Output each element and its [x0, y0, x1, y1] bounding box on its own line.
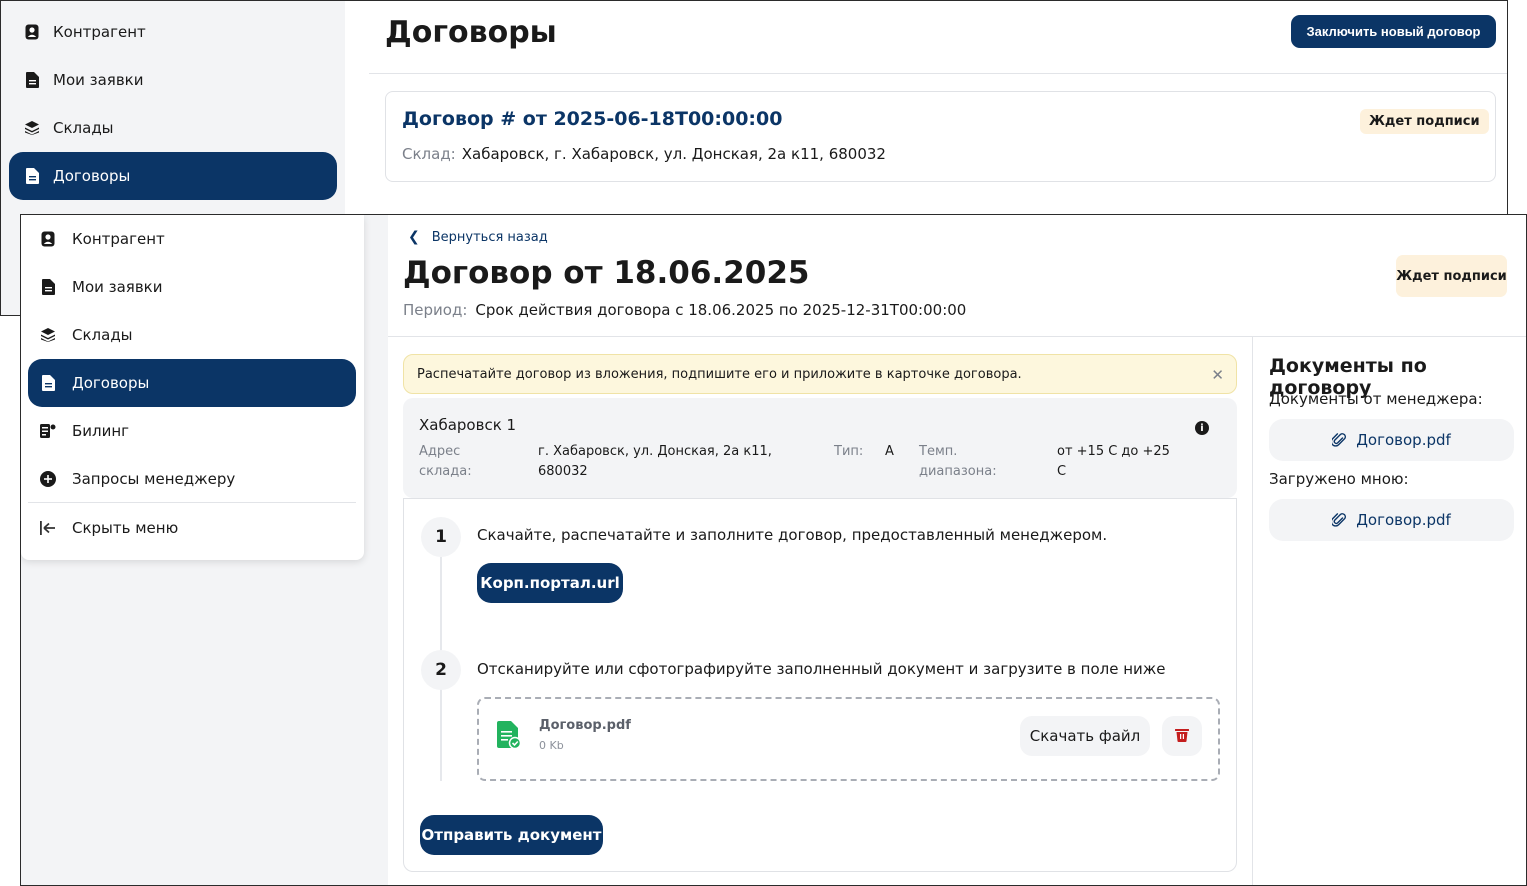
document-name: Договор.pdf	[1356, 511, 1451, 529]
address-label: Адрес склада:	[419, 444, 472, 479]
main-content: ❮ Вернуться назад Договор от 18.06.2025 …	[388, 215, 1526, 885]
sidebar-menu: Контрагент Мои заявки Склады Договоры Би…	[21, 215, 364, 560]
steps-card-border	[403, 498, 1237, 499]
plus-circle-icon	[40, 471, 56, 487]
hide-menu-button[interactable]: Скрыть меню	[28, 504, 356, 552]
hide-menu-label: Скрыть меню	[72, 519, 179, 537]
menu-divider	[28, 502, 356, 503]
back-link-label: Вернуться назад	[431, 229, 548, 245]
step-text: Скачайте, распечатайте и заполните догов…	[477, 526, 1108, 544]
user-badge-icon	[40, 231, 56, 247]
sidebar-item-billing[interactable]: Билинг	[28, 407, 356, 455]
sidebar-item-my-requests[interactable]: Мои заявки	[9, 56, 337, 104]
close-icon[interactable]: ✕	[1211, 366, 1224, 384]
download-file-button[interactable]: Скачать файл	[1020, 716, 1150, 756]
sidebar-item-label: Билинг	[72, 422, 130, 440]
document-name: Договор.pdf	[1356, 431, 1451, 449]
step-text: Отсканируйте или сфотографируйте заполне…	[477, 660, 1166, 678]
trash-icon	[1175, 727, 1189, 746]
uploaded-documents-label: Загружено мною:	[1269, 470, 1409, 488]
chevron-left-icon: ❮	[408, 229, 420, 245]
alert-text: Распечатайте договор из вложения, подпиш…	[417, 366, 1022, 382]
page-title: Договоры	[385, 15, 557, 50]
address-value: г. Хабаровск, ул. Донская, 2а к11, 680032	[538, 444, 772, 479]
period-label: Период:	[403, 301, 468, 319]
contract-detail-window: Контрагент Мои заявки Склады Договоры Би…	[20, 214, 1527, 886]
sidebar-item-counterparty[interactable]: Контрагент	[9, 8, 337, 56]
paperclip-icon	[1332, 512, 1347, 528]
uploaded-document-link[interactable]: Договор.pdf	[1269, 499, 1514, 541]
document-icon	[25, 72, 39, 88]
step-number: 1	[421, 517, 461, 557]
divider	[369, 73, 1507, 74]
uploaded-file-name: Договор.pdf	[539, 718, 631, 733]
user-badge-icon	[25, 24, 39, 40]
period-value: Срок действия договора с 18.06.2025 по 2…	[475, 301, 967, 319]
sidebar-item-label: Склады	[53, 119, 114, 137]
sidebar-item-label: Договоры	[53, 167, 131, 185]
pdf-file-icon	[497, 721, 522, 753]
billing-icon	[40, 423, 56, 439]
warehouse-card: Хабаровск 1 i Адрес склада: г. Хабаровск,…	[403, 398, 1237, 498]
temp-value: от +15 С до +25 С	[1057, 444, 1170, 479]
warehouse-label: Склад:	[402, 145, 456, 163]
sidebar-item-label: Мои заявки	[72, 278, 163, 296]
sidebar-item-warehouses[interactable]: Склады	[9, 104, 337, 152]
type-label: Тип:	[834, 444, 864, 459]
contract-icon	[40, 375, 56, 391]
new-contract-button[interactable]: Заключить новый договор	[1291, 15, 1496, 48]
info-icon[interactable]: i	[1195, 421, 1209, 435]
sidebar-item-counterparty[interactable]: Контрагент	[28, 215, 356, 263]
collapse-left-icon	[40, 520, 56, 536]
sidebar-item-manager-requests[interactable]: Запросы менеджеру	[28, 455, 356, 503]
step-number: 2	[421, 650, 461, 690]
layers-icon	[40, 327, 56, 343]
sidebar-item-label: Договоры	[72, 374, 150, 392]
sidebar-item-label: Склады	[72, 326, 133, 344]
uploaded-file-size: 0 Kb	[539, 739, 564, 752]
manager-document-link[interactable]: Договор.pdf	[1269, 419, 1514, 461]
delete-file-button[interactable]	[1162, 716, 1202, 756]
sidebar-item-label: Контрагент	[53, 23, 146, 41]
upload-dropzone[interactable]: Договор.pdf 0 Kb Скачать файл	[477, 697, 1220, 781]
corporate-portal-button[interactable]: Корп.портал.url	[477, 563, 623, 603]
manager-documents-label: Документы от менеджера:	[1269, 390, 1483, 408]
sidebar-item-contracts[interactable]: Договоры	[28, 359, 356, 407]
header-divider	[388, 336, 1526, 337]
sidebar-item-label: Мои заявки	[53, 71, 144, 89]
send-document-button[interactable]: Отправить документ	[420, 815, 603, 855]
contract-icon	[25, 168, 39, 184]
page-title: Договор от 18.06.2025	[403, 255, 810, 291]
contract-period: Период: Срок действия договора с 18.06.20…	[403, 301, 966, 319]
status-badge: Ждет подписи	[1360, 109, 1489, 134]
sidebar-item-label: Контрагент	[72, 230, 165, 248]
document-icon	[40, 279, 56, 295]
warehouse-value: Хабаровск, г. Хабаровск, ул. Донская, 2а…	[461, 145, 886, 163]
layers-icon	[25, 120, 39, 136]
contract-card-title[interactable]: Договор # от 2025-06-18T00:00:00	[402, 108, 782, 130]
contract-card[interactable]: Договор # от 2025-06-18T00:00:00 Склад: Х…	[385, 91, 1496, 182]
sidebar-item-contracts[interactable]: Договоры	[9, 152, 337, 200]
contract-card-warehouse: Склад: Хабаровск, г. Хабаровск, ул. Донск…	[402, 145, 886, 163]
type-value: А	[885, 444, 894, 459]
back-link[interactable]: ❮ Вернуться назад	[408, 229, 548, 245]
sidebar-item-my-requests[interactable]: Мои заявки	[28, 263, 356, 311]
paperclip-icon	[1332, 432, 1347, 448]
sidebar-item-warehouses[interactable]: Склады	[28, 311, 356, 359]
temp-label: Темп. диапазона:	[919, 444, 997, 479]
sidebar-item-label: Запросы менеджеру	[72, 470, 236, 488]
info-alert: Распечатайте договор из вложения, подпиш…	[403, 354, 1237, 394]
status-badge: Ждет подписи	[1396, 255, 1507, 297]
column-divider	[1252, 337, 1253, 885]
warehouse-name: Хабаровск 1	[419, 416, 517, 434]
